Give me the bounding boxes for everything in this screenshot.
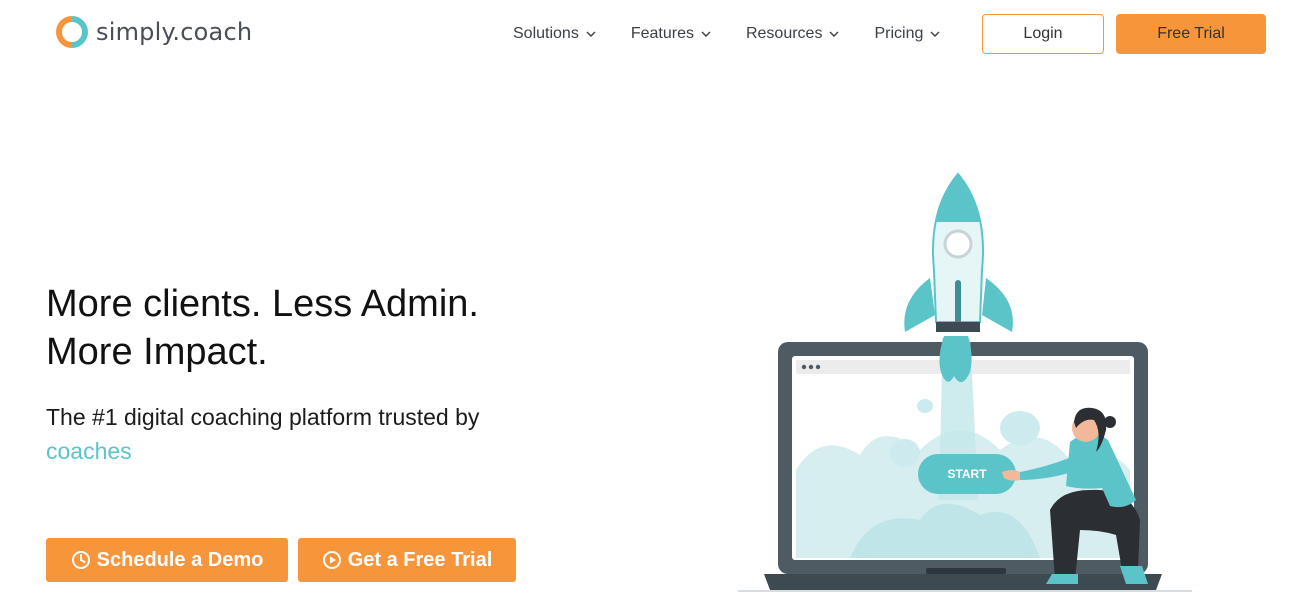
rocket-flame — [939, 336, 972, 383]
browser-dot — [801, 364, 807, 370]
brand-logo[interactable]: simply.coach — [56, 16, 252, 48]
chevron-down-icon — [586, 31, 596, 37]
chevron-down-icon — [701, 31, 711, 37]
chevron-down-icon — [829, 31, 839, 37]
play-circle-icon — [322, 551, 341, 569]
simply-coach-logo-icon — [56, 16, 88, 48]
hero-title-line2: More Impact. — [46, 331, 268, 373]
schedule-demo-label: Schedule a Demo — [96, 548, 264, 571]
laptop-base — [764, 574, 1162, 590]
free-trial-button[interactable]: Free Trial — [1116, 14, 1266, 54]
rocket-fin-right — [982, 278, 1013, 332]
clock-icon — [71, 551, 90, 569]
cloud-bubble — [1000, 411, 1040, 445]
hero-rotating-highlight: coaches — [46, 438, 132, 464]
main-nav: Solutions Features Resources Pricing — [513, 22, 975, 46]
nav-pricing-label: Pricing — [874, 25, 924, 42]
cloud-bubble — [890, 439, 920, 467]
hero-title: More clients. Less Admin. More Impact. — [46, 280, 606, 376]
nav-resources-label: Resources — [745, 25, 823, 42]
rocket-stripe — [955, 280, 961, 328]
nav-features[interactable]: Features — [631, 22, 712, 46]
get-free-trial-label: Get a Free Trial — [347, 548, 493, 571]
nav-solutions-label: Solutions — [513, 25, 579, 42]
rocket-launch-illustration: START — [738, 172, 1192, 592]
schedule-demo-button[interactable]: Schedule a Demo — [46, 538, 288, 582]
nav-pricing[interactable]: Pricing — [874, 22, 941, 46]
cloud-bubble — [917, 399, 933, 413]
rocket-nozzle — [936, 322, 980, 332]
hero-title-line1: More clients. Less Admin. — [46, 283, 479, 325]
browser-dot — [815, 364, 821, 370]
get-free-trial-button[interactable]: Get a Free Trial — [298, 538, 516, 582]
hero-subtitle: The #1 digital coaching platform trusted… — [46, 404, 480, 430]
chevron-down-icon — [930, 31, 940, 37]
rocket-window — [943, 229, 973, 259]
browser-dot — [808, 364, 814, 370]
nav-features-label: Features — [630, 25, 694, 42]
nav-resources[interactable]: Resources — [746, 22, 840, 46]
laptop-notch — [926, 568, 1006, 574]
brand-name: simply.coach — [96, 18, 253, 46]
top-navbar: simply.coach Solutions Features Resource… — [0, 0, 1312, 68]
person-bun — [1104, 416, 1116, 428]
nav-solutions[interactable]: Solutions — [513, 22, 597, 46]
start-button-label: START — [947, 467, 987, 481]
rocket-fin-left — [904, 278, 935, 332]
login-button[interactable]: Login — [982, 14, 1104, 54]
rocket-nose — [935, 174, 981, 222]
